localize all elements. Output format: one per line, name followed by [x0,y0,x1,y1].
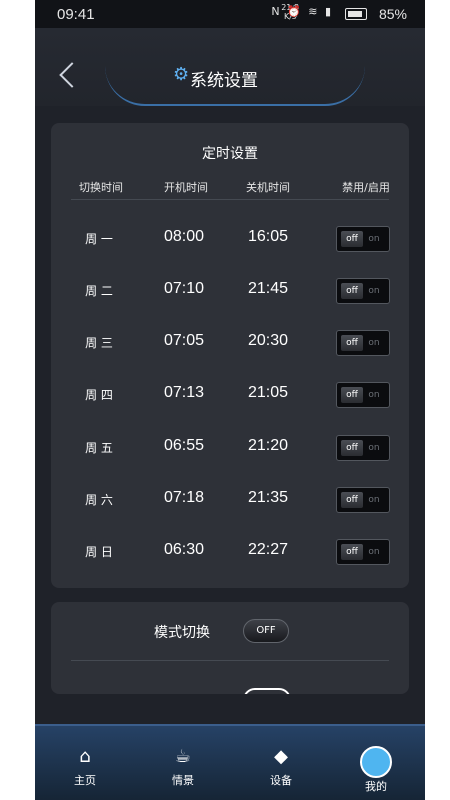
switch-on-label: on [368,286,380,296]
day-label: 周 一 [85,232,113,246]
on-time[interactable]: 07:13 [154,384,214,402]
off-time[interactable]: 22:27 [238,541,298,559]
layers-icon: ◆ [274,746,288,767]
switch-on-label: on [368,390,380,400]
switch-off-label: off [341,492,363,508]
on-time[interactable]: 06:30 [154,541,214,559]
off-time[interactable]: 21:35 [238,489,298,507]
status-bar: 09:41 21.8 K/s N ⏰ ≋ ▮ 85% [35,0,425,28]
switch-on-label: on [368,495,380,505]
switch-off-label: off [341,440,363,456]
enable-switch[interactable]: off on [336,330,390,356]
enable-switch[interactable]: off on [336,226,390,252]
day-label: 周 六 [85,493,113,507]
enable-switch[interactable]: off on [336,382,390,408]
enable-switch[interactable]: off on [336,487,390,513]
enable-switch[interactable]: off on [336,278,390,304]
schedule-row: 周 三 07:05 20:30 off on [51,322,409,362]
enable-switch[interactable]: off on [336,539,390,565]
on-time[interactable]: 07:18 [154,489,214,507]
schedule-row: 周 六 07:18 21:35 off on [51,479,409,519]
tab-mine[interactable]: 我的 [341,746,411,794]
column-header: 禁用/启用 [342,181,390,194]
page-title: 系统设置 [190,71,258,91]
enable-switch[interactable]: off on [336,435,390,461]
off-time[interactable]: 20:30 [238,332,298,350]
on-time[interactable]: 06:55 [154,437,214,455]
switch-on-label: on [368,547,380,557]
off-time[interactable]: 21:05 [238,384,298,402]
switch-off-label: off [341,387,363,403]
mode-toggle[interactable]: OFF [243,619,289,643]
schedule-row: 周 五 06:55 21:20 off on [51,427,409,467]
schedule-card: 定时设置 切换时间 开机时间 关机时间 禁用/启用 周 一 08:00 16:0… [51,123,409,588]
schedule-title: 定时设置 [202,146,258,162]
switch-on-label: on [368,234,380,244]
switch-off-label: off [341,283,363,299]
second-toggle[interactable] [243,688,291,694]
status-icons: N ⏰ ≋ ▮ [271,5,333,18]
mode-label: 模式切换 [154,625,210,641]
on-time[interactable]: 08:00 [154,228,214,246]
off-time[interactable]: 16:05 [238,228,298,246]
divider [71,199,389,200]
column-header: 开机时间 [164,181,208,194]
day-label: 周 三 [85,336,113,350]
page-header: ⚙ 系统设置 [35,28,425,106]
on-time[interactable]: 07:10 [154,280,214,298]
tab-label: 我的 [365,780,387,793]
tab-scene[interactable]: ☕ 情景 [148,746,218,788]
back-icon[interactable] [59,62,85,88]
day-label: 周 二 [85,284,113,298]
column-header: 切换时间 [79,181,123,194]
home-icon: ⌂ [79,746,91,767]
off-time[interactable]: 21:20 [238,437,298,455]
mode-card: 模式切换 OFF [51,602,409,694]
bottom-tab-bar: ⌂ 主页 ☕ 情景 ◆ 设备 我的 [35,724,425,800]
schedule-row: 周 一 08:00 16:05 off on [51,218,409,258]
battery-level: 85% [378,6,407,22]
day-label: 周 日 [85,545,113,559]
schedule-header: 切换时间 开机时间 关机时间 禁用/启用 [51,179,409,201]
on-time[interactable]: 07:05 [154,332,214,350]
tab-label: 主页 [74,774,96,787]
switch-off-label: off [341,544,363,560]
off-time[interactable]: 21:45 [238,280,298,298]
schedule-row: 周 四 07:13 21:05 off on [51,374,409,414]
gear-icon: ⚙ [173,64,190,85]
switch-on-label: on [368,443,380,453]
cup-icon: ☕ [174,746,192,767]
schedule-row: 周 二 07:10 21:45 off on [51,270,409,310]
switch-off-label: off [341,335,363,351]
avatar-icon [360,746,392,778]
day-label: 周 五 [85,441,113,455]
schedule-row: 周 日 06:30 22:27 off on [51,531,409,571]
tab-devices[interactable]: ◆ 设备 [246,746,316,788]
divider [71,660,389,661]
battery-icon [345,8,367,20]
phone-screen: 09:41 21.8 K/s N ⏰ ≋ ▮ 85% ⚙ 系统设置 定时设置 切… [35,0,425,800]
switch-on-label: on [368,338,380,348]
switch-off-label: off [341,231,363,247]
tab-label: 设备 [270,774,292,787]
day-label: 周 四 [85,388,113,402]
column-header: 关机时间 [246,181,290,194]
status-time: 09:41 [57,6,95,23]
tab-label: 情景 [172,774,194,787]
tab-home[interactable]: ⌂ 主页 [50,746,120,788]
